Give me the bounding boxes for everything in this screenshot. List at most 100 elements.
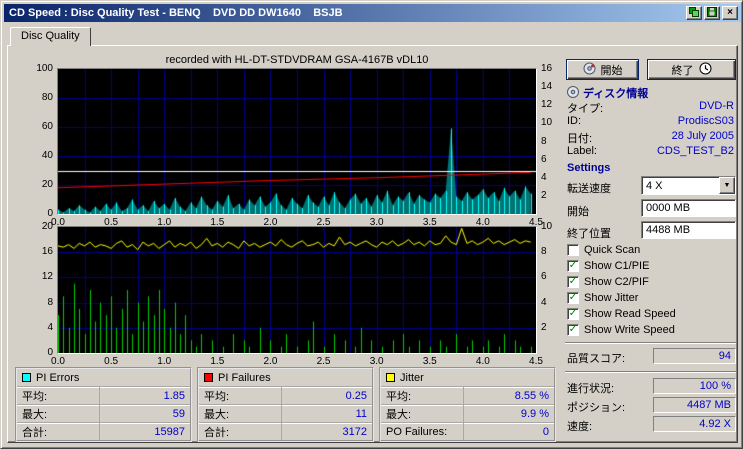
axis-tick-label: 16 xyxy=(541,63,553,74)
disc-info-header-label: ディスク情報 xyxy=(583,88,649,100)
pif-jitter-chart xyxy=(58,227,536,353)
end-position-label: 終了位置 xyxy=(567,228,611,240)
screenshot-button[interactable] xyxy=(686,6,702,20)
checkbox-show-jitter[interactable]: ✓ xyxy=(567,292,579,304)
disc-date-label: 日付: xyxy=(567,133,593,145)
axis-tick-label: 3.5 xyxy=(422,356,437,367)
start-button-label: 開始 xyxy=(600,64,623,77)
avg-label: 平均: xyxy=(22,387,100,404)
axis-tick-label: 60 xyxy=(41,121,53,132)
avg-value: 8.55 % xyxy=(514,389,549,402)
bottom-x-axis: 0.0 0.5 1.0 1.5 2.0 2.5 3.0 3.5 4.0 4.5 xyxy=(51,356,543,367)
bottom-left-axis: 0 4 8 12 16 20 xyxy=(17,222,53,358)
checkbox-label: Show C2/PIF xyxy=(584,276,649,288)
disc-type-label: タイプ: xyxy=(567,103,604,115)
end-position-field[interactable]: 4488 MB xyxy=(641,221,736,239)
dropdown-arrow-icon[interactable]: ▼ xyxy=(719,177,735,194)
avg-label: 平均: xyxy=(204,387,282,404)
axis-tick-label: 8 xyxy=(541,135,547,147)
axis-tick-label: 4.0 xyxy=(475,356,490,367)
top-right-axis: 2 4 6 8 10 12 14 16 xyxy=(541,64,567,214)
axis-tick-label: 3.5 xyxy=(422,217,437,228)
axis-tick-label: 4.5 xyxy=(529,356,543,367)
save-button[interactable] xyxy=(704,6,720,20)
exit-button-label: 終了 xyxy=(671,64,694,77)
screenshot-icon xyxy=(689,6,699,20)
checkbox-label: Show Write Speed xyxy=(584,324,675,336)
axis-tick-label: 12 xyxy=(541,99,553,111)
total-label: 合計: xyxy=(204,423,282,440)
disc-type-value: DVD-R xyxy=(699,100,734,112)
axis-tick-label: 3.0 xyxy=(369,217,384,228)
titlebar[interactable]: CD Speed : Disc Quality Test - BENQ DVD … xyxy=(4,4,741,22)
disc-date-value: 28 July 2005 xyxy=(671,130,734,142)
disc-label-label: Label: xyxy=(567,145,597,157)
jitter-title: Jitter xyxy=(400,371,424,384)
window-title: CD Speed : Disc Quality Test - BENQ DVD … xyxy=(9,7,343,19)
checkbox-show-c2-pif[interactable]: ✓ xyxy=(567,276,579,288)
checkbox-show-read-speed[interactable]: ✓ xyxy=(567,308,579,320)
transfer-speed-select[interactable]: 4 X ▼ xyxy=(641,176,736,195)
pi-failures-header: PI Failures xyxy=(199,369,372,386)
disc-id-value: ProdiscS03 xyxy=(677,115,734,127)
recorded-with-label: recorded with HL-DT-STDVDRAM GSA-4167B v… xyxy=(165,54,429,66)
max-label: 最大: xyxy=(386,405,464,422)
checkbox-show-c1-pie[interactable]: ✓ xyxy=(567,260,579,272)
start-disc-icon xyxy=(583,62,596,78)
total-value: 15987 xyxy=(154,425,185,438)
po-failures-value: 0 xyxy=(542,425,549,438)
checkbox-row: ✓ Show Read Speed xyxy=(567,307,676,321)
axis-tick-label: 10 xyxy=(541,117,553,129)
axis-tick-label: 14 xyxy=(541,81,553,93)
separator xyxy=(565,371,736,373)
axis-tick-label: 1.5 xyxy=(210,356,225,367)
exit-button[interactable]: 終了 xyxy=(647,59,736,80)
axis-tick-label: 4 xyxy=(541,171,547,183)
axis-tick-label: 8 xyxy=(541,246,547,258)
axis-tick-label: 4 xyxy=(541,296,547,308)
checkbox-label: Show C1/PIE xyxy=(584,260,650,272)
speed-label: 速度: xyxy=(567,421,593,433)
close-icon: × xyxy=(727,7,733,18)
progress-label: 進行状況: xyxy=(567,383,615,395)
start-button[interactable]: 開始 xyxy=(566,59,639,80)
axis-tick-label: 2.0 xyxy=(263,217,278,228)
speed-value: 4.92 X xyxy=(653,416,736,432)
jitter-color-swatch xyxy=(386,373,395,382)
max-value: 9.9 % xyxy=(520,407,549,420)
axis-tick-label: 4 xyxy=(47,321,53,333)
jitter-header: Jitter xyxy=(381,369,554,386)
axis-tick-label: 0.0 xyxy=(51,356,65,367)
axis-tick-label: 0.5 xyxy=(104,217,119,228)
axis-tick-label: 20 xyxy=(41,179,53,190)
axis-tick-label: 4.0 xyxy=(475,217,490,228)
axis-tick-label: 20 xyxy=(41,221,53,232)
axis-tick-label: 10 xyxy=(541,221,553,232)
checkbox-row: ✓ Show C2/PIF xyxy=(567,275,649,289)
checkbox-quick-scan[interactable] xyxy=(567,244,579,256)
axis-tick-label: 16 xyxy=(41,246,53,258)
total-label: 合計: xyxy=(22,423,100,440)
checkbox-show-write-speed[interactable]: ✓ xyxy=(567,324,579,336)
axis-tick-label: 1.0 xyxy=(157,356,172,367)
axis-tick-label: 40 xyxy=(41,150,53,161)
checkbox-row: ✓ Show C1/PIE xyxy=(567,259,649,273)
axis-tick-label: 0.5 xyxy=(104,356,119,367)
start-position-field[interactable]: 0000 MB xyxy=(641,199,736,217)
quality-score-label: 品質スコア: xyxy=(567,353,626,365)
pi-failures-title: PI Failures xyxy=(218,371,271,384)
axis-tick-label: 1.0 xyxy=(157,217,172,228)
po-failures-label: PO Failures: xyxy=(386,423,464,440)
pi-errors-stats-box: PI Errors 平均: 1.85 最大: 59 合計: 15987 xyxy=(15,367,192,442)
tab-label: Disc Quality xyxy=(21,30,80,42)
axis-tick-label: 6 xyxy=(541,153,547,165)
cd-speed-window: CD Speed : Disc Quality Test - BENQ DVD … xyxy=(0,0,743,449)
transfer-speed-label: 転送速度 xyxy=(567,183,611,195)
checkbox-label: Quick Scan xyxy=(584,244,641,256)
axis-tick-label: 2.5 xyxy=(316,217,331,228)
transfer-speed-value: 4 X xyxy=(646,179,663,192)
close-button[interactable]: × xyxy=(722,6,738,20)
checkbox-label: Show Jitter xyxy=(584,292,639,304)
tab-disc-quality[interactable]: Disc Quality xyxy=(10,27,91,46)
quality-score-value: 94 xyxy=(653,348,736,364)
